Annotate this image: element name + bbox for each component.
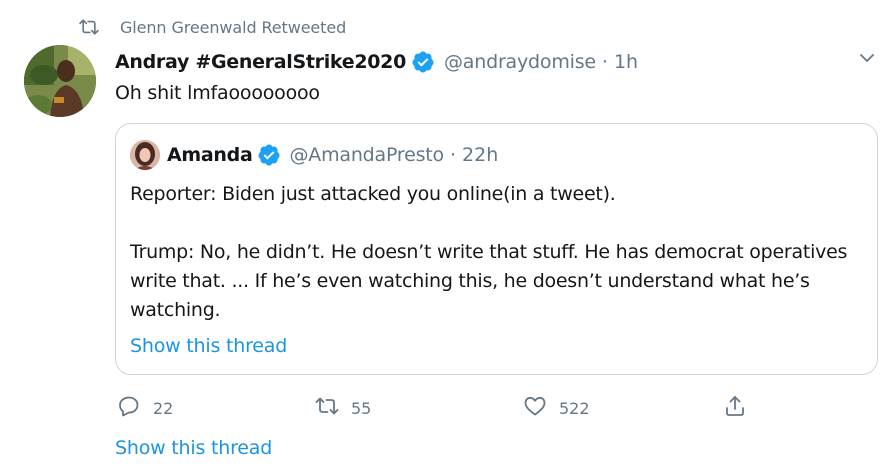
share-button[interactable] xyxy=(723,392,747,424)
separator-dot: · xyxy=(601,51,608,73)
quoted-tweet-timestamp[interactable]: 22h xyxy=(462,144,498,166)
social-context[interactable]: Glenn Greenwald Retweeted xyxy=(78,14,346,40)
retweet-icon xyxy=(315,394,339,422)
author-handle[interactable]: @andraydomise xyxy=(444,51,596,73)
retweet-count: 55 xyxy=(351,398,372,418)
separator-dot: · xyxy=(449,144,457,166)
chevron-down-icon[interactable] xyxy=(857,48,877,68)
share-icon xyxy=(723,394,747,422)
heart-icon xyxy=(523,394,547,422)
author-avatar[interactable] xyxy=(24,45,96,117)
quoted-tweet-header: Amanda @AmandaPresto · 22h xyxy=(130,140,498,170)
author-name[interactable]: Andray #GeneralStrike2020 xyxy=(115,51,406,73)
verified-badge-icon xyxy=(411,50,435,74)
like-count: 522 xyxy=(559,398,590,418)
reply-icon xyxy=(117,394,141,422)
quoted-tweet[interactable]: Amanda @AmandaPresto · 22h Reporter: Bid… xyxy=(115,123,878,375)
social-context-text: Glenn Greenwald Retweeted xyxy=(120,17,347,37)
retweet-button[interactable]: 55 xyxy=(315,392,371,424)
tweet-timestamp[interactable]: 1h xyxy=(614,51,638,73)
quoted-tweet-paragraph: Reporter: Biden just attacked you online… xyxy=(130,183,616,205)
quoted-author-name[interactable]: Amanda xyxy=(167,144,253,166)
like-button[interactable]: 522 xyxy=(523,392,590,424)
quoted-tweet-text: Reporter: Biden just attacked you online… xyxy=(130,180,860,325)
tweet-actions: 22 55 522 xyxy=(115,392,775,424)
quoted-show-thread-link[interactable]: Show this thread xyxy=(130,335,287,357)
quoted-author-avatar[interactable] xyxy=(130,140,160,170)
reply-count: 22 xyxy=(153,398,174,418)
tweet-header: Andray #GeneralStrike2020 @andraydomise … xyxy=(115,45,638,79)
show-thread-link[interactable]: Show this thread xyxy=(115,437,272,459)
tweet-text: Oh shit lmfaoooooooo xyxy=(115,82,320,104)
verified-badge-icon xyxy=(257,143,281,167)
quoted-author-handle[interactable]: @AmandaPresto xyxy=(289,144,444,166)
retweet-icon xyxy=(78,18,100,36)
reply-button[interactable]: 22 xyxy=(117,392,173,424)
quoted-tweet-paragraph: Trump: No, he didn’t. He doesn’t write t… xyxy=(130,241,848,321)
